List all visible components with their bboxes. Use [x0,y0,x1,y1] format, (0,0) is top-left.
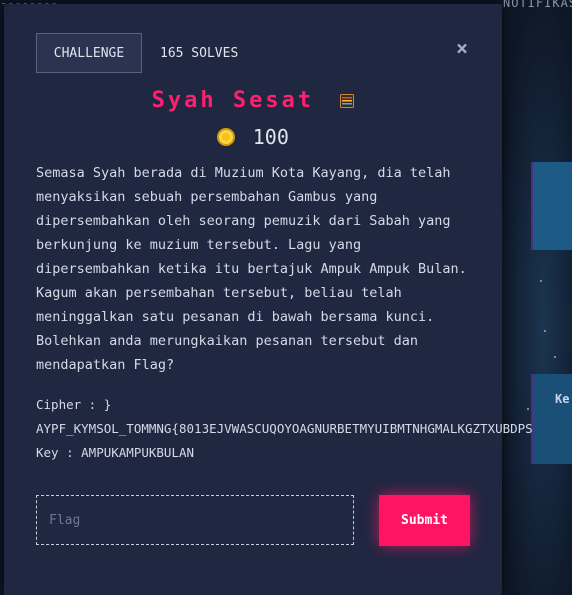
challenge-description: Semasa Syah berada di Muzium Kota Kayang… [36,165,467,373]
map-dot [544,330,546,332]
coin-icon [217,128,236,146]
submit-button[interactable]: Submit [379,495,470,546]
map-dot [554,356,556,358]
map-dot [540,280,542,282]
challenge-title-row: Syah Sesat [4,88,502,113]
challenge-title: Syah Sesat [151,88,315,113]
abacus-icon [340,89,355,108]
points-row: 100 [4,125,502,149]
flag-input[interactable] [36,495,354,545]
background-card-label: Ke [555,392,570,406]
close-icon[interactable]: × [456,38,468,58]
background-card [531,162,572,250]
points-value: 100 [252,125,289,149]
key-line: Key : AMPUKAMPUKBULAN [36,445,195,460]
challenge-modal: × CHALLENGE 165 SOLVES Syah Sesat 100 Se… [4,4,533,595]
notifikasi-nav-link[interactable]: NOTIFIKAS [503,0,572,10]
modal-header: CHALLENGE 165 SOLVES [36,33,238,73]
background-map [500,0,572,595]
tab-challenge[interactable]: CHALLENGE [36,33,142,73]
background-card: Ke [531,374,572,464]
map-dot [527,408,529,410]
cipher-text: AYPF_KYMSOL_TOMMNG{8013EJVWASCUQOYOAGNUR… [36,421,533,436]
cipher-block: Cipher : } AYPF_KYMSOL_TOMMNG{8013EJVWAS… [36,393,533,465]
cipher-label: Cipher : } [36,397,112,412]
solves-count[interactable]: 165 SOLVES [160,46,238,61]
